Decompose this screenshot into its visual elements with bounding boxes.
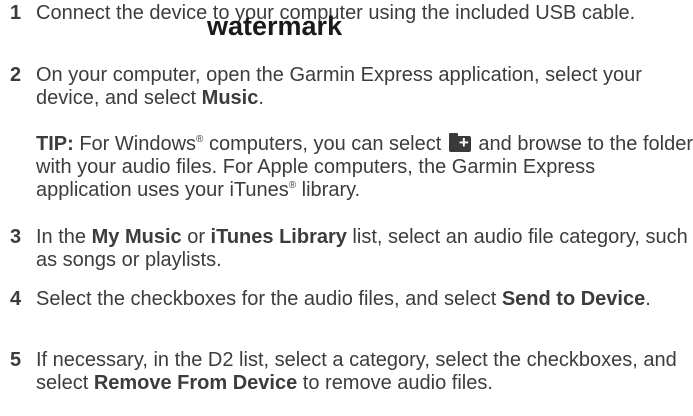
step-text: On your computer, open the Garmin Expres… — [36, 64, 642, 109]
watermark: watermark — [207, 11, 343, 41]
step-number: 2 — [10, 64, 22, 86]
send-to-device-label: Send to Device — [501, 288, 646, 310]
tip-paragraph: TIP: For Windows® computers, you can sel… — [36, 132, 693, 202]
step-text: Select the checkboxes for the audio file… — [36, 288, 651, 310]
step-number: 3 — [10, 226, 22, 248]
step-text: Connect the device to your computer usin… — [36, 2, 636, 24]
instruction-page: 1 Connect the device to your computer us… — [0, 0, 693, 416]
itunes-library-label: iTunes Library — [210, 226, 347, 248]
add-folder-icon — [448, 132, 471, 154]
music-menu-label: Music — [201, 87, 259, 109]
step-number: 1 — [10, 2, 22, 24]
step-number: 4 — [10, 288, 22, 310]
step-number: 5 — [10, 349, 22, 371]
step-text: If necessary, in the D2 list, select a c… — [36, 349, 677, 394]
my-music-label: My Music — [91, 226, 182, 248]
tip-label: TIP: — [36, 133, 74, 155]
step-text: In the My Music or iTunes Library list, … — [36, 226, 688, 271]
remove-from-device-label: Remove From Device — [93, 372, 298, 394]
